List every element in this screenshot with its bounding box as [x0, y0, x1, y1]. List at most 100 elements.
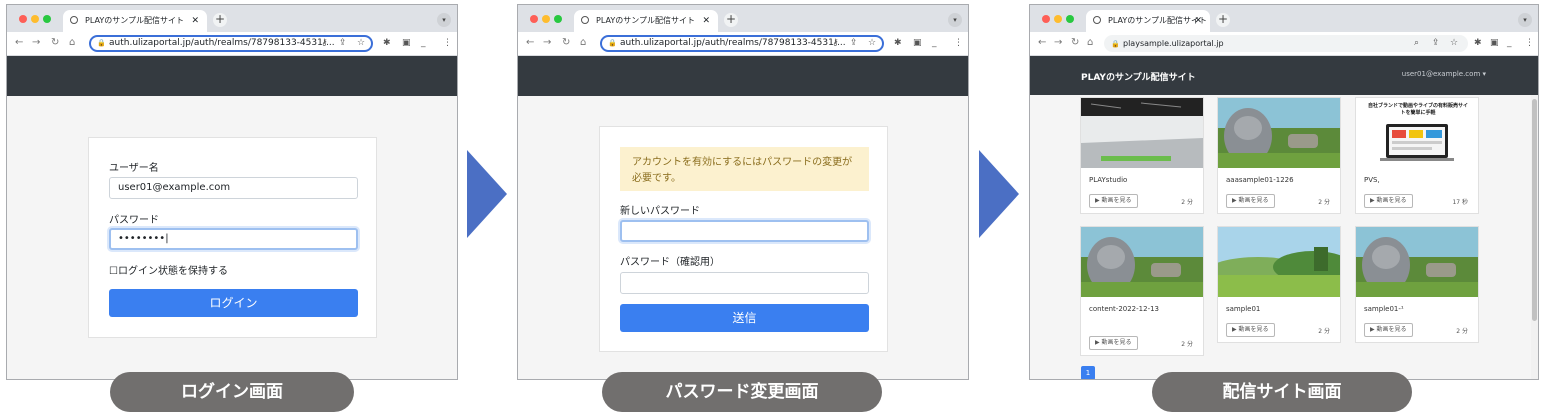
- home-icon[interactable]: ⌂: [69, 37, 75, 48]
- share-icon[interactable]: ⇪: [850, 38, 858, 48]
- maximize-window-dot[interactable]: [554, 15, 562, 23]
- submit-button[interactable]: 送信: [620, 304, 869, 332]
- maximize-window-dot[interactable]: [43, 15, 51, 23]
- login-button[interactable]: ログイン: [109, 289, 358, 317]
- bookmark-star-icon[interactable]: ☆: [868, 38, 876, 48]
- minimize-icon[interactable]: _: [421, 38, 426, 48]
- video-title: sample01: [1226, 305, 1261, 313]
- new-tab-button[interactable]: +: [213, 13, 227, 27]
- forward-icon[interactable]: →: [1054, 37, 1062, 48]
- remember-me-checkbox[interactable]: ☐ログイン状態を保持する: [109, 262, 228, 277]
- minimize-window-dot[interactable]: [542, 15, 550, 23]
- minimize-window-dot[interactable]: [31, 15, 39, 23]
- video-thumbnail[interactable]: [1081, 98, 1203, 168]
- menu-icon[interactable]: ⋮: [1525, 38, 1534, 48]
- browser-toolbar: ← → ↻ ⌂ 🔒 auth.ulizaportal.jp/auth/realms…: [518, 32, 968, 56]
- watch-video-button[interactable]: ▶ 動画を見る: [1226, 323, 1275, 337]
- video-thumbnail[interactable]: [1218, 98, 1340, 168]
- alert-message: アカウントを有効にするにはパスワードの変更が必要です。: [620, 147, 869, 191]
- back-icon[interactable]: ←: [15, 37, 23, 48]
- video-thumbnail[interactable]: [1218, 227, 1340, 297]
- forward-icon[interactable]: →: [543, 37, 551, 48]
- close-tab-icon[interactable]: ✕: [702, 10, 710, 32]
- close-window-dot[interactable]: [530, 15, 538, 23]
- watch-video-button[interactable]: ▶ 動画を見る: [1364, 194, 1413, 208]
- minimize-icon[interactable]: _: [932, 38, 937, 48]
- watch-video-button[interactable]: ▶ 動画を見る: [1089, 194, 1138, 208]
- tab-search-button[interactable]: ▾: [437, 13, 451, 27]
- home-icon[interactable]: ⌂: [580, 37, 586, 48]
- sidepanel-icon[interactable]: ▣: [913, 38, 922, 48]
- forward-icon[interactable]: →: [32, 37, 40, 48]
- sidepanel-icon[interactable]: ▣: [402, 38, 411, 48]
- confirm-password-input[interactable]: [620, 272, 869, 294]
- browser-toolbar: ← → ↻ ⌂ 🔒 auth.ulizaportal.jp/auth/realms…: [7, 32, 457, 56]
- new-password-input[interactable]: [620, 220, 869, 242]
- watch-video-button[interactable]: ▶ 動画を見る: [1364, 323, 1413, 337]
- extensions-icon[interactable]: ✱: [383, 38, 391, 48]
- watch-video-button[interactable]: ▶ 動画を見る: [1089, 336, 1138, 350]
- extensions-icon[interactable]: ✱: [1474, 38, 1482, 48]
- minimize-icon[interactable]: _: [1507, 38, 1512, 48]
- new-password-label: 新しいパスワード: [620, 206, 700, 217]
- close-tab-icon[interactable]: ✕: [191, 10, 199, 32]
- username-input[interactable]: user01@example.com: [109, 177, 358, 199]
- site-title[interactable]: PLAYのサンプル配信サイト: [1081, 70, 1196, 83]
- video-card[interactable]: 自社ブランドで動画やライブの有料販売サイトを簡単に手軽 PVS, ▶ 動画を見る…: [1355, 97, 1479, 214]
- video-card[interactable]: sample01-¹ ▶ 動画を見る 2 分: [1355, 226, 1479, 343]
- browser-tab[interactable]: PLAYのサンプル配信サイト ✕: [63, 10, 207, 32]
- password-input[interactable]: ••••••••|: [109, 228, 358, 250]
- remember-me-label: ログイン状態を保持する: [117, 266, 228, 277]
- back-icon[interactable]: ←: [526, 37, 534, 48]
- video-card[interactable]: content-2022-12-13 ▶ 動画を見る 2 分: [1080, 226, 1204, 356]
- new-tab-button[interactable]: +: [1216, 13, 1230, 27]
- menu-icon[interactable]: ⋮: [443, 38, 452, 48]
- video-card[interactable]: sample01 ▶ 動画を見る 2 分: [1217, 226, 1341, 343]
- bookmark-star-icon[interactable]: ☆: [357, 38, 365, 48]
- browser-toolbar: ← → ↻ ⌂ 🔒 playsample.ulizaportal.jp ⌕ ⇪ ☆…: [1030, 32, 1538, 56]
- share-icon[interactable]: ⇪: [1432, 38, 1440, 48]
- tab-search-button[interactable]: ▾: [948, 13, 962, 27]
- scrollbar-thumb[interactable]: [1532, 99, 1537, 321]
- password-value: ••••••••: [118, 233, 166, 244]
- close-tab-icon[interactable]: ✕: [1194, 10, 1202, 32]
- video-card[interactable]: aaasample01-1226 ▶ 動画を見る 2 分: [1217, 97, 1341, 214]
- home-icon[interactable]: ⌂: [1087, 37, 1093, 48]
- tab-search-button[interactable]: ▾: [1518, 13, 1532, 27]
- key-icon[interactable]: ⚷: [321, 38, 328, 48]
- reload-icon[interactable]: ↻: [1071, 37, 1079, 48]
- share-icon[interactable]: ⇪: [339, 38, 347, 48]
- globe-icon: [1093, 16, 1101, 24]
- video-thumbnail[interactable]: [1356, 227, 1478, 297]
- menu-icon[interactable]: ⋮: [954, 38, 963, 48]
- extensions-icon[interactable]: ✱: [894, 38, 902, 48]
- browser-window-login: PLAYのサンプル配信サイト ✕ + ▾ ← → ↻ ⌂ 🔒 auth.uliza…: [6, 4, 458, 380]
- zoom-icon[interactable]: ⌕: [1414, 38, 1419, 48]
- address-bar[interactable]: 🔒 auth.ulizaportal.jp/auth/realms/7879813…: [600, 35, 884, 52]
- key-icon[interactable]: ⚷: [832, 38, 839, 48]
- video-thumbnail[interactable]: [1081, 227, 1203, 297]
- browser-tab[interactable]: PLAYのサンプル配信サイト ✕: [574, 10, 718, 32]
- address-url: auth.ulizaportal.jp/auth/realms/78798133…: [109, 38, 335, 48]
- password-label: パスワード: [109, 215, 159, 226]
- watch-video-button[interactable]: ▶ 動画を見る: [1226, 194, 1275, 208]
- close-window-dot[interactable]: [1042, 15, 1050, 23]
- tab-bar: PLAYのサンプル配信サイト ✕ + ▾: [7, 5, 457, 32]
- minimize-window-dot[interactable]: [1054, 15, 1062, 23]
- password-change-form: アカウントを有効にするにはパスワードの変更が必要です。 新しいパスワード パスワ…: [599, 126, 888, 352]
- close-window-dot[interactable]: [19, 15, 27, 23]
- back-icon[interactable]: ←: [1038, 37, 1046, 48]
- user-menu[interactable]: user01@example.com ▾: [1402, 70, 1486, 78]
- video-card[interactable]: PLAYstudio ▶ 動画を見る 2 分: [1080, 97, 1204, 214]
- browser-tab[interactable]: PLAYのサンプル配信サイト ✕: [1086, 10, 1210, 32]
- maximize-window-dot[interactable]: [1066, 15, 1074, 23]
- new-tab-button[interactable]: +: [724, 13, 738, 27]
- reload-icon[interactable]: ↻: [51, 37, 59, 48]
- video-title: PLAYstudio: [1089, 176, 1128, 184]
- reload-icon[interactable]: ↻: [562, 37, 570, 48]
- sidepanel-icon[interactable]: ▣: [1490, 38, 1499, 48]
- video-thumbnail[interactable]: 自社ブランドで動画やライブの有料販売サイトを簡単に手軽: [1356, 98, 1478, 168]
- address-bar[interactable]: 🔒 auth.ulizaportal.jp/auth/realms/7879813…: [89, 35, 373, 52]
- bookmark-star-icon[interactable]: ☆: [1450, 38, 1458, 48]
- pagination-page-1[interactable]: 1: [1081, 366, 1095, 379]
